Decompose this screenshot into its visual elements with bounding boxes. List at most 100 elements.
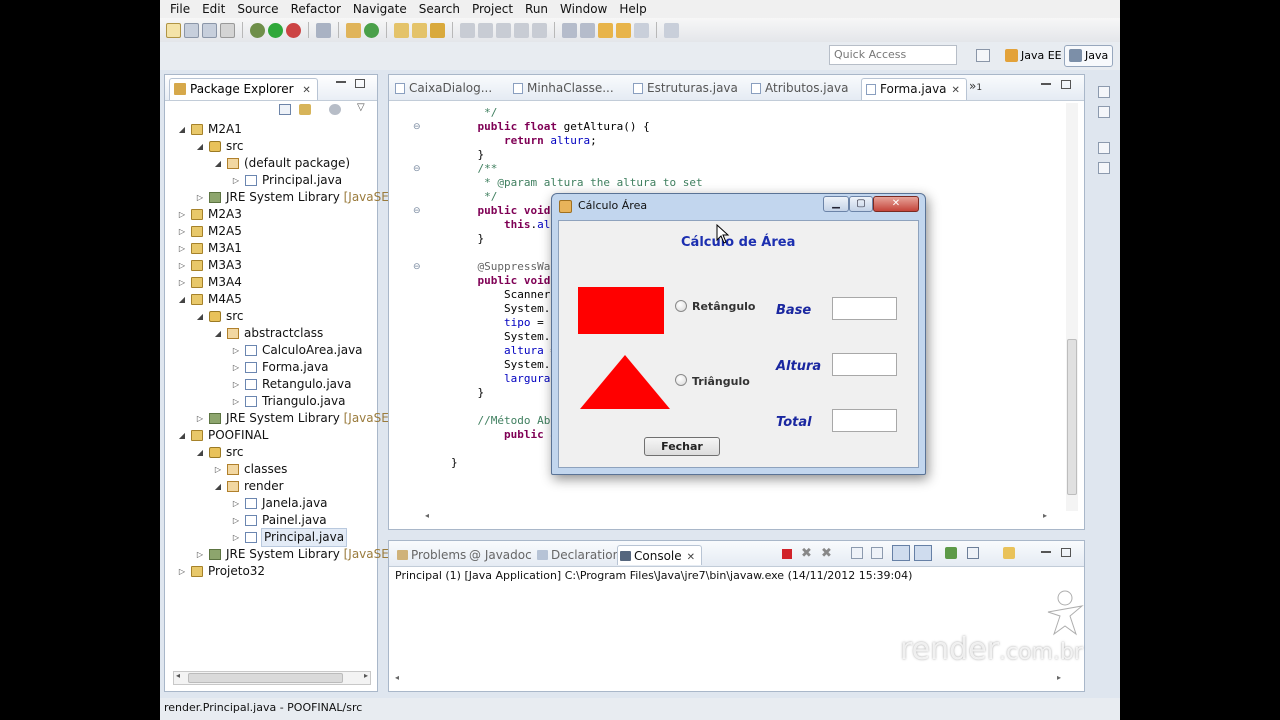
scroll-thumb[interactable] bbox=[188, 673, 343, 683]
dialog-titlebar[interactable]: Cálculo Área ▁ ▢ ✕ bbox=[552, 194, 925, 218]
external-tools-icon[interactable] bbox=[286, 22, 301, 38]
chevron-right-icon[interactable]: ▷ bbox=[177, 257, 187, 274]
menu-window[interactable]: Window bbox=[554, 2, 613, 16]
menu-source[interactable]: Source bbox=[231, 2, 284, 16]
menu-navigate[interactable]: Navigate bbox=[347, 2, 413, 16]
chevron-right-icon[interactable]: ▷ bbox=[231, 342, 241, 359]
tree-item[interactable]: ▷ Painel.java bbox=[165, 512, 371, 529]
save-icon[interactable] bbox=[184, 22, 199, 38]
tree-item[interactable]: ▷ M3A4 bbox=[165, 274, 371, 291]
restore-icon[interactable] bbox=[1098, 142, 1110, 154]
chevron-down-icon[interactable]: ◢ bbox=[213, 478, 223, 495]
close-icon[interactable]: ✕ bbox=[687, 552, 695, 563]
tree-item[interactable]: ▷ Principal.java bbox=[165, 172, 371, 189]
minimize-icon[interactable] bbox=[1041, 83, 1051, 85]
toggle-block-icon[interactable] bbox=[514, 22, 529, 38]
chevron-right-icon[interactable]: ▷ bbox=[195, 546, 205, 563]
tree-item[interactable]: ▷ Triangulo.java bbox=[165, 393, 371, 410]
chevron-down-icon[interactable]: ◢ bbox=[213, 155, 223, 172]
chevron-right-icon[interactable]: ▷ bbox=[231, 359, 241, 376]
restore-icon[interactable] bbox=[1098, 86, 1110, 98]
tree-item[interactable]: ▷ Janela.java bbox=[165, 495, 371, 512]
chevron-down-icon[interactable]: ◢ bbox=[213, 325, 223, 342]
tab-overflow[interactable]: »1 bbox=[969, 79, 982, 93]
display-console-icon[interactable] bbox=[914, 545, 932, 561]
tab-atributos[interactable]: Atributos.java bbox=[747, 78, 854, 100]
tree-item[interactable]: ◢ (default package) bbox=[165, 155, 371, 172]
tree-item[interactable]: ▷ JRE System Library [JavaSE-1. bbox=[165, 410, 405, 427]
tree-item[interactable]: ◢ src bbox=[165, 138, 371, 155]
chevron-right-icon[interactable]: ▷ bbox=[231, 376, 241, 393]
chevron-right-icon[interactable]: ▷ bbox=[177, 274, 187, 291]
scroll-left-icon[interactable]: ◂ bbox=[176, 671, 180, 680]
tree-item[interactable]: ▷ classes bbox=[165, 461, 371, 478]
chevron-right-icon[interactable]: ▷ bbox=[195, 189, 205, 206]
scroll-left-icon[interactable]: ◂ bbox=[395, 673, 399, 682]
menu-run[interactable]: Run bbox=[519, 2, 554, 16]
new-console-icon[interactable] bbox=[1003, 547, 1015, 559]
fold-toggle-icon[interactable]: ⊖ bbox=[413, 164, 423, 174]
open-type-icon[interactable] bbox=[394, 22, 409, 38]
tree-item[interactable]: ◢ src bbox=[165, 308, 371, 325]
menu-help[interactable]: Help bbox=[613, 2, 652, 16]
tree-item[interactable]: ▷ JRE System Library [JavaSE-1. bbox=[165, 189, 405, 206]
skip-breakpoints-icon[interactable] bbox=[316, 22, 331, 38]
chevron-right-icon[interactable]: ▷ bbox=[177, 240, 187, 257]
menu-search[interactable]: Search bbox=[413, 2, 466, 16]
console-menu-icon[interactable] bbox=[967, 547, 979, 559]
close-window-button[interactable]: ✕ bbox=[873, 196, 919, 212]
search-icon[interactable] bbox=[430, 22, 445, 38]
tree-item[interactable]: ◢ M4A5 bbox=[165, 291, 371, 308]
radio-retangulo[interactable] bbox=[675, 300, 687, 312]
tree-item[interactable]: ▷ CalculoArea.java bbox=[165, 342, 371, 359]
tree-item[interactable]: ▷ Forma.java bbox=[165, 359, 371, 376]
tree-item[interactable]: ▷ Principal.java bbox=[165, 528, 371, 547]
maximize-icon[interactable] bbox=[1061, 548, 1071, 557]
maximize-window-button[interactable]: ▢ bbox=[849, 196, 873, 212]
quick-access-input[interactable]: Quick Access bbox=[829, 45, 957, 65]
chevron-right-icon[interactable]: ▷ bbox=[231, 393, 241, 410]
new-class-icon[interactable] bbox=[364, 22, 379, 38]
chevron-right-icon[interactable]: ▷ bbox=[177, 206, 187, 223]
tree-item[interactable]: ▷ Retangulo.java bbox=[165, 376, 371, 393]
print-icon[interactable] bbox=[220, 22, 235, 38]
fold-toggle-icon[interactable]: ⊖ bbox=[413, 206, 423, 216]
open-console-icon[interactable] bbox=[945, 547, 957, 559]
prev-annotation-icon[interactable] bbox=[580, 22, 595, 38]
view-menu-icon[interactable] bbox=[329, 104, 341, 115]
chevron-right-icon[interactable]: ▷ bbox=[195, 410, 205, 427]
debug-icon[interactable] bbox=[250, 22, 265, 38]
next-annotation-icon[interactable] bbox=[562, 22, 577, 38]
link-with-editor-icon[interactable] bbox=[299, 104, 311, 115]
menu-project[interactable]: Project bbox=[466, 2, 519, 16]
chevron-down-icon[interactable]: ◢ bbox=[177, 291, 187, 308]
fold-toggle-icon[interactable]: ⊖ bbox=[413, 262, 423, 272]
tab-console[interactable]: Console ✕ bbox=[617, 545, 703, 565]
toggle-mark-icon[interactable] bbox=[496, 22, 511, 38]
tab-declaration[interactable]: Declaration bbox=[535, 545, 620, 565]
base-input[interactable] bbox=[832, 297, 897, 320]
collapse-all-icon[interactable] bbox=[279, 104, 291, 115]
maximize-icon[interactable] bbox=[355, 79, 365, 88]
terminate-icon[interactable] bbox=[782, 549, 792, 559]
chevron-right-icon[interactable]: ▷ bbox=[177, 223, 187, 240]
task-list-icon[interactable] bbox=[1098, 162, 1110, 174]
menu-file[interactable]: File bbox=[164, 2, 196, 16]
fold-toggle-icon[interactable]: ⊖ bbox=[413, 122, 423, 132]
save-all-icon[interactable] bbox=[202, 22, 217, 38]
console-hscrollbar[interactable]: ◂ ▸ bbox=[395, 673, 1061, 687]
chevron-down-icon[interactable]: ◢ bbox=[195, 444, 205, 461]
back-icon[interactable] bbox=[598, 22, 613, 38]
run-icon[interactable] bbox=[268, 22, 283, 38]
annotation-prev-icon[interactable] bbox=[478, 22, 493, 38]
scroll-lock-icon[interactable] bbox=[851, 547, 863, 559]
chevron-down-icon[interactable]: ◢ bbox=[177, 427, 187, 444]
chevron-down-icon[interactable]: ◢ bbox=[195, 138, 205, 155]
tab-caixa-dialog[interactable]: CaixaDialog... bbox=[391, 78, 498, 100]
open-perspective-icon[interactable] bbox=[976, 49, 990, 62]
chevron-right-icon[interactable]: ▷ bbox=[231, 512, 241, 529]
minimize-icon[interactable] bbox=[336, 81, 346, 83]
tree-item[interactable]: ▷ JRE System Library [JavaSE-1. bbox=[165, 546, 405, 563]
maximize-icon[interactable] bbox=[1061, 80, 1071, 89]
tree-item[interactable]: ◢ M2A1 bbox=[165, 121, 371, 138]
